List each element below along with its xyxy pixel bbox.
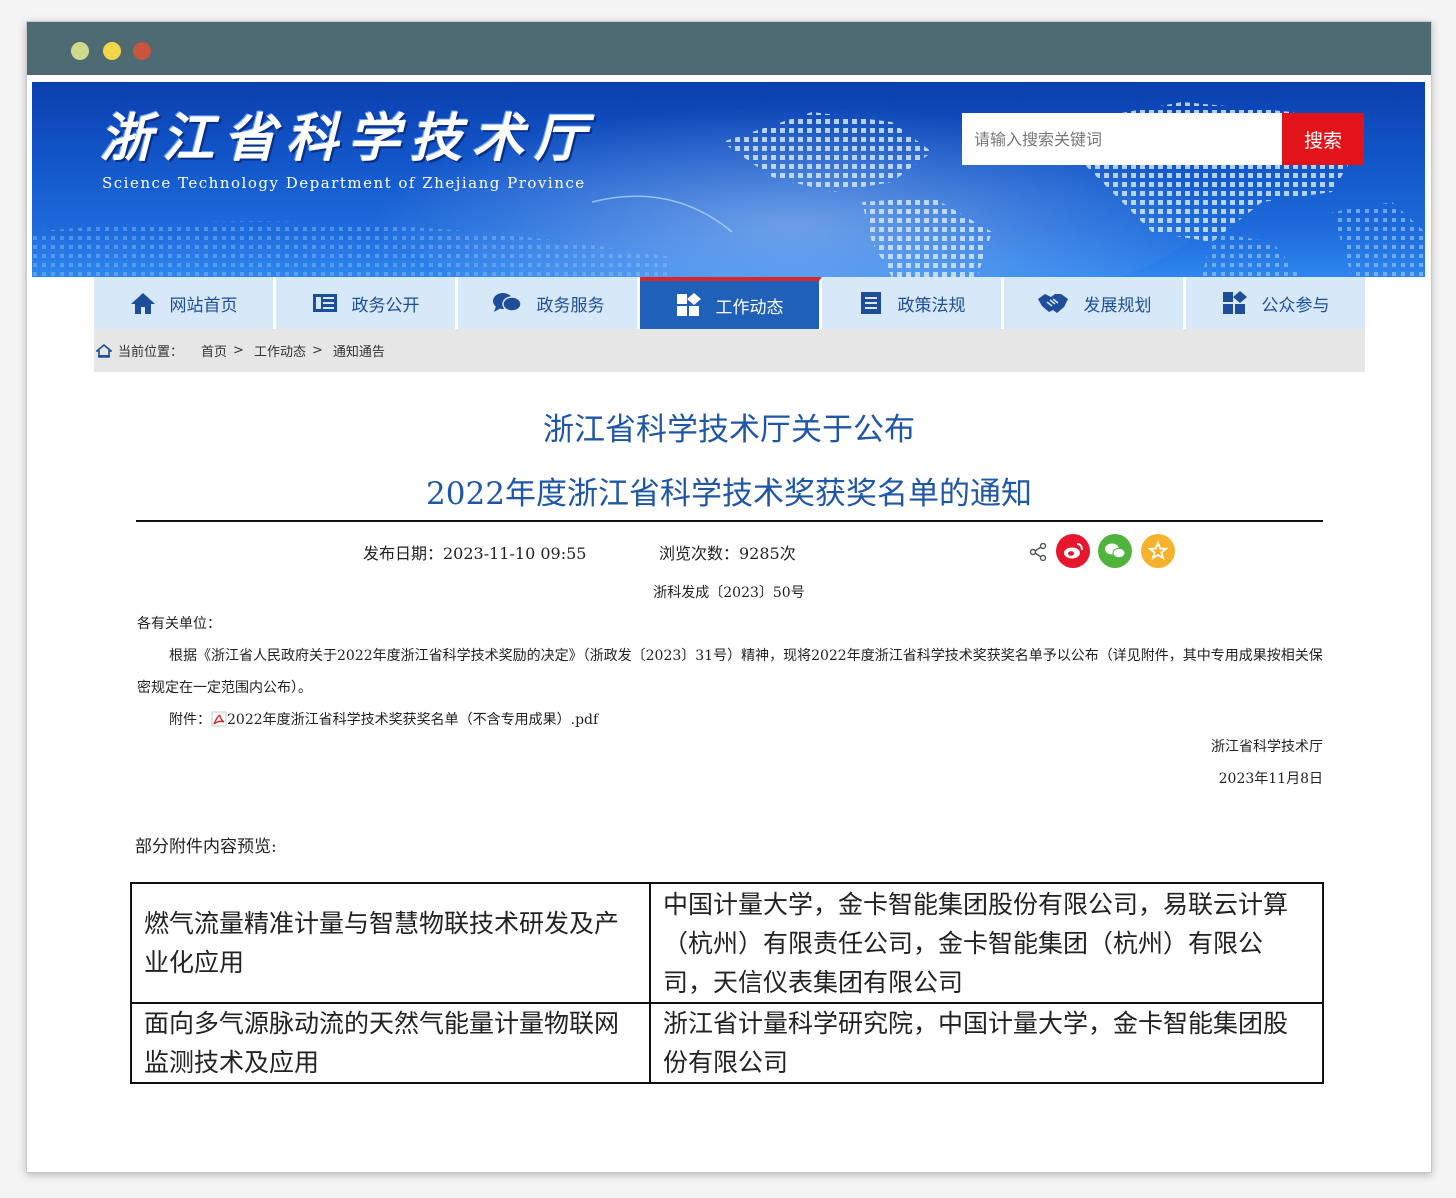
list-icon xyxy=(312,294,337,312)
signature-date: 2023年11月8日 xyxy=(1218,771,1323,787)
nav-item-label: 发展规划 xyxy=(1083,295,1152,316)
breadcrumb: 当前位置： 首页 > 工作动态 > 通知通告 xyxy=(94,329,1365,372)
breadcrumb-home-link[interactable]: 首页 xyxy=(201,341,227,360)
title-divider xyxy=(136,520,1323,522)
attachment-label: 附件： xyxy=(169,712,211,728)
attachment-link[interactable]: 2022年度浙江省科学技术奖获奖名单（不含专用成果）.pdf xyxy=(227,712,598,728)
nav-item-public-affairs[interactable]: 政务公开 xyxy=(276,277,458,329)
favorite-button[interactable] xyxy=(1141,534,1175,568)
document-icon xyxy=(860,292,881,314)
nav-item-label: 工作动态 xyxy=(715,297,784,318)
salutation: 各有关单位： xyxy=(137,616,221,632)
nav-item-label: 公众参与 xyxy=(1261,295,1330,316)
nav-item-label: 网站首页 xyxy=(169,295,238,316)
document-number: 浙科发成〔2023〕50号 xyxy=(653,585,805,601)
units-cell: 中国计量大学，金卡智能集团股份有限公司，易联云计算（杭州）有限责任公司，金卡智能… xyxy=(649,882,1324,1004)
chat-icon xyxy=(492,293,522,312)
article-paragraph: 根据《浙江省人民政府关于2022年度浙江省科学技术奖励的决定》（浙政发〔2023… xyxy=(137,648,1323,696)
awards-preview-table: 燃气流量精准计量与智慧物联技术研发及产业化应用 中国计量大学，金卡智能集团股份有… xyxy=(130,882,1324,1084)
table-row: 燃气流量精准计量与智慧物联技术研发及产业化应用 中国计量大学，金卡智能集团股份有… xyxy=(130,882,1324,1004)
search-input[interactable] xyxy=(962,113,1282,165)
nav-item-planning[interactable]: 发展规划 xyxy=(1004,277,1186,329)
site-subtitle: Science Technology Department of Zhejian… xyxy=(102,174,586,192)
favorite-icon xyxy=(1148,541,1168,560)
site-title: 浙江省科学技术厅 xyxy=(100,108,597,169)
breadcrumb-prefix: 当前位置： xyxy=(118,345,184,360)
view-count: 浏览次数：9285次 xyxy=(659,544,796,563)
diamond-icon xyxy=(1222,291,1247,314)
site-banner: 浙江省科学技术厅 Science Technology Department o… xyxy=(32,82,1425,277)
article-title-line1: 浙江省科学技术厅关于公布 xyxy=(543,412,915,448)
search-button[interactable]: 搜索 xyxy=(1282,113,1364,165)
attachment-line: 附件： 2022年度浙江省科学技术奖获奖名单（不含专用成果）.pdf xyxy=(169,704,598,736)
publish-date: 发布日期：2023-11-10 09:55 xyxy=(363,544,587,563)
nav-item-work-news[interactable]: 工作动态 xyxy=(640,277,822,329)
location-home-icon xyxy=(96,343,112,358)
home-icon xyxy=(130,293,155,314)
table-row: 面向多气源脉动流的天然气能量计量物联网监测技术及应用 浙江省计量科学研究院，中国… xyxy=(130,1002,1324,1084)
nav-item-participation[interactable]: 公众参与 xyxy=(1186,277,1365,329)
signature-department: 浙江省科学技术厅 xyxy=(1211,739,1323,755)
nav-item-label: 政策法规 xyxy=(897,295,966,316)
breadcrumb-separator: > xyxy=(233,343,244,358)
nav-item-label: 政务服务 xyxy=(536,295,605,316)
diamond-icon xyxy=(676,293,701,316)
window-maximize-button[interactable] xyxy=(133,42,151,60)
units-cell: 浙江省计量科学研究院，中国计量大学，金卡智能集团股份有限公司 xyxy=(649,1002,1324,1084)
nav-item-policies[interactable]: 政策法规 xyxy=(822,277,1004,329)
nav-item-home[interactable]: 网站首页 xyxy=(94,277,276,329)
window-close-button[interactable] xyxy=(71,42,89,60)
handshake-icon xyxy=(1037,294,1068,313)
preview-label: 部分附件内容预览: xyxy=(135,837,277,857)
wechat-share-button[interactable] xyxy=(1098,534,1132,568)
pdf-icon xyxy=(211,711,227,727)
breadcrumb-work-news-link[interactable]: 工作动态 xyxy=(254,341,306,360)
breadcrumb-notices-link[interactable]: 通知通告 xyxy=(333,341,385,360)
breadcrumb-separator: > xyxy=(311,343,323,358)
wechat-icon xyxy=(1105,543,1126,559)
weibo-share-button[interactable] xyxy=(1056,534,1090,568)
project-cell: 燃气流量精准计量与智慧物联技术研发及产业化应用 xyxy=(130,882,651,1004)
window-minimize-button[interactable] xyxy=(103,42,121,60)
window-titlebar xyxy=(27,22,1431,75)
nav-item-services[interactable]: 政务服务 xyxy=(458,277,640,329)
weibo-icon xyxy=(1064,543,1083,559)
main-nav: 网站首页 政务公开 政务服务 工作动态 政策法规 发展规划 公众参与 xyxy=(94,277,1365,329)
share-icon[interactable] xyxy=(1029,543,1047,561)
project-cell: 面向多气源脉动流的天然气能量计量物联网监测技术及应用 xyxy=(130,1002,651,1084)
article-title-line2: 2022年度浙江省科学技术奖获奖名单的通知 xyxy=(426,476,1032,512)
nav-item-label: 政务公开 xyxy=(351,295,420,316)
browser-window: 浙江省科学技术厅 Science Technology Department o… xyxy=(26,21,1432,1173)
